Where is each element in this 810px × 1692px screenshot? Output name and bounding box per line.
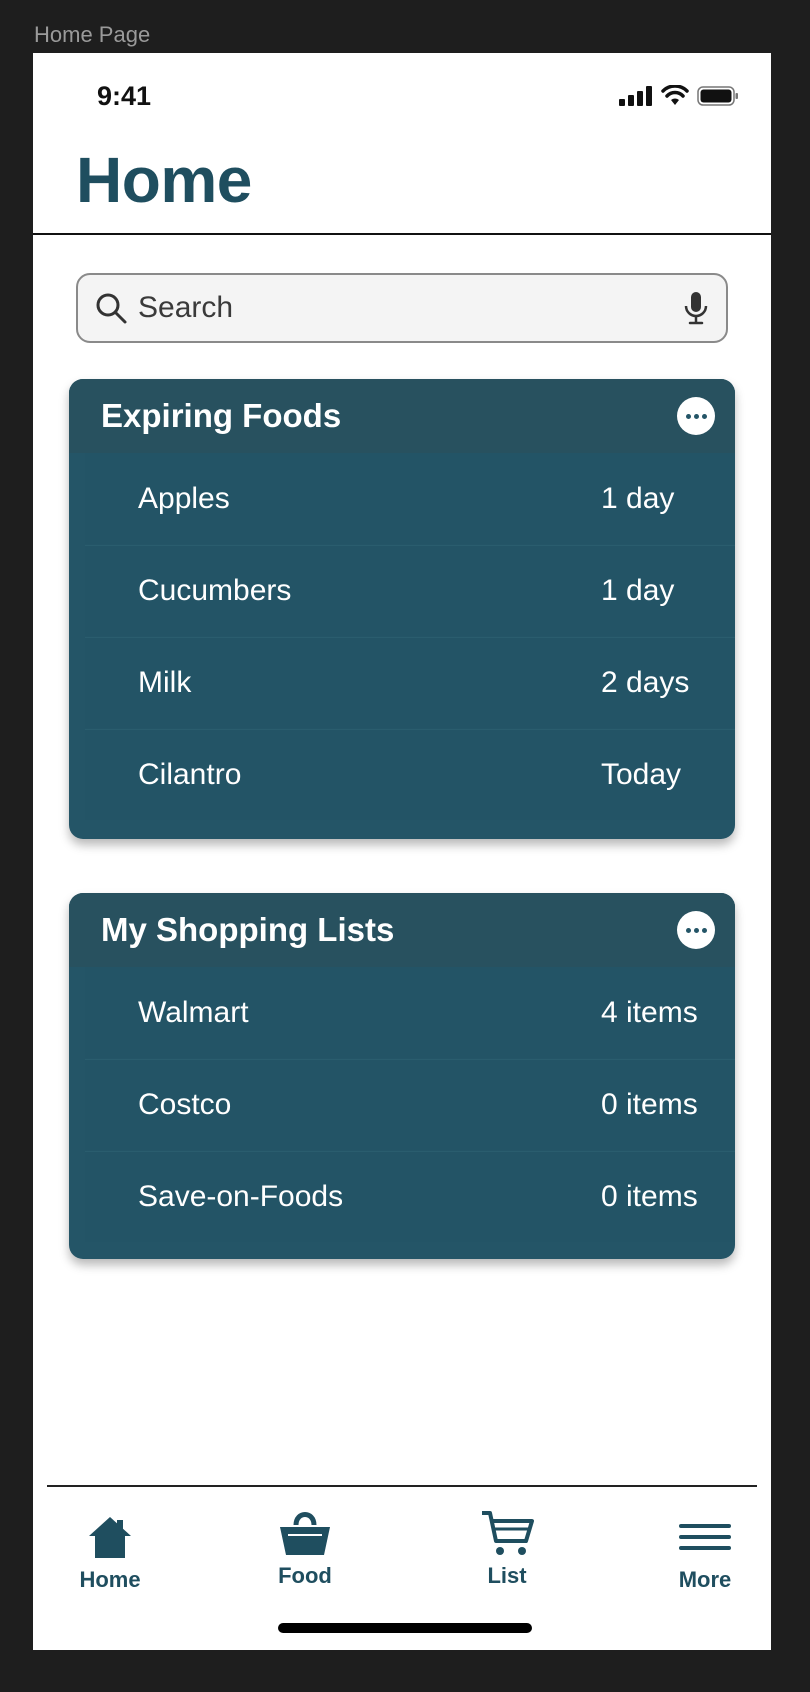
signal-icon (619, 86, 652, 106)
item-name: Cilantro (138, 758, 242, 791)
home-icon (89, 1517, 131, 1558)
basket-icon (280, 1512, 330, 1555)
tab-home[interactable]: Home (50, 1513, 170, 1593)
expiring-foods-header: Expiring Foods (69, 379, 735, 453)
item-name: Milk (138, 666, 192, 699)
list-count: 0 items (601, 1088, 698, 1121)
page-title: Home (76, 144, 252, 216)
shopping-lists-card: My Shopping Lists Walmart 4 items Costco… (69, 893, 735, 1259)
ellipsis-icon (685, 413, 691, 419)
list-count: 4 items (601, 995, 698, 1029)
list-count: 0 items (601, 1180, 698, 1213)
tab-food[interactable]: Food (245, 1509, 365, 1589)
item-expiry: 1 day (601, 574, 675, 607)
tab-food-label: Food (278, 1563, 332, 1588)
tab-more-label: More (678, 1567, 732, 1592)
list-item[interactable]: Cucumbers 1 day (85, 545, 735, 636)
list-item[interactable]: Apples 1 day (85, 453, 735, 544)
expiring-foods-card: Expiring Foods Apples 1 day Cucumbers 1 … (69, 379, 735, 839)
list-item[interactable]: Save-on-Foods 0 items (85, 1151, 735, 1242)
list-item[interactable]: Milk 2 days (85, 637, 735, 728)
battery-icon (697, 86, 738, 106)
search-bar[interactable] (76, 273, 728, 343)
status-time: 9:41 (97, 81, 152, 111)
frame-label: Home Page (34, 22, 151, 47)
list-item[interactable]: Costco 0 items (85, 1059, 735, 1150)
item-expiry: 2 days (601, 666, 690, 699)
list-name: Walmart (138, 995, 249, 1029)
expiring-foods-title: Expiring Foods (101, 397, 342, 434)
search-input[interactable] (138, 291, 682, 325)
phone-screen: 9:41 Home Search Expiring Foods Apples 1… (33, 53, 771, 1650)
wifi-icon (661, 85, 689, 105)
tab-list-label: List (487, 1563, 527, 1588)
list-item[interactable]: Walmart 4 items (85, 967, 735, 1058)
tab-more[interactable]: More (645, 1513, 765, 1593)
header-divider (33, 233, 771, 235)
status-icons (619, 85, 739, 107)
item-name: Apples (138, 481, 230, 515)
expiring-foods-more-button[interactable] (677, 397, 715, 435)
list-name: Costco (138, 1088, 232, 1121)
item-expiry: 1 day (601, 481, 675, 515)
item-expiry: Today (601, 758, 682, 791)
tab-home-label: Home (79, 1567, 141, 1592)
list-item[interactable]: Cilantro Today (85, 729, 735, 820)
menu-icon (679, 1524, 731, 1550)
shopping-lists-header: My Shopping Lists (69, 893, 735, 967)
tab-list[interactable]: List (447, 1509, 567, 1589)
home-indicator[interactable] (278, 1623, 532, 1633)
ellipsis-icon (685, 927, 691, 933)
list-name: Save-on-Foods (138, 1180, 344, 1213)
shopping-lists-more-button[interactable] (677, 911, 715, 949)
cart-icon (482, 1511, 534, 1555)
item-name: Cucumbers (138, 574, 292, 607)
shopping-lists-title: My Shopping Lists (101, 911, 395, 948)
search-icon (96, 293, 127, 324)
microphone-icon[interactable] (682, 290, 710, 326)
tab-bar-divider (47, 1485, 757, 1487)
